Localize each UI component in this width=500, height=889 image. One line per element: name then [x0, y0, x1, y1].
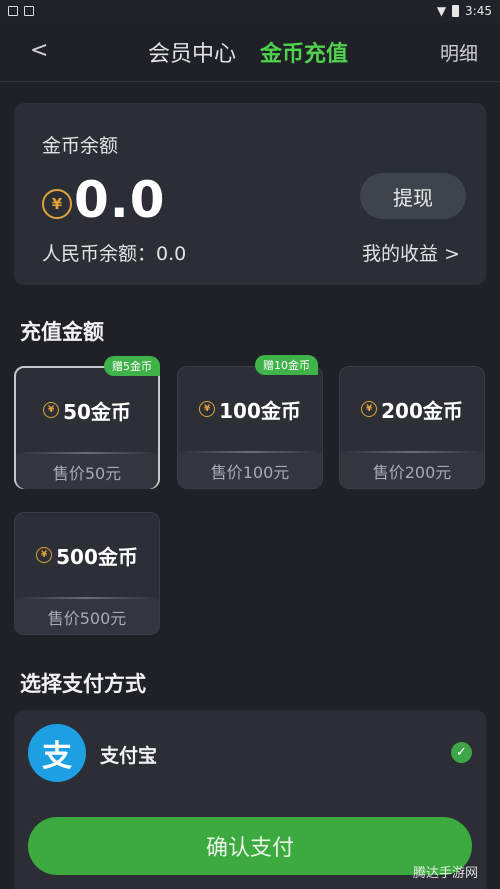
payment-section-title: 选择支付方式	[20, 672, 146, 696]
top-nav: < 会员中心 金币充值 明细	[0, 22, 500, 82]
package-price: 售价100元	[178, 453, 322, 488]
package-price: 售价500元	[15, 599, 159, 634]
image-notification-icon	[8, 6, 18, 16]
payment-method-name: 支付宝	[100, 745, 158, 767]
package-name: 200金币	[381, 398, 463, 423]
coin-icon: ¥	[199, 401, 216, 417]
back-icon[interactable]: <	[30, 38, 48, 63]
balance-amount: 0.0	[74, 171, 166, 229]
balance-title: 金币余额	[42, 135, 119, 157]
package-name: 100金币	[219, 398, 301, 423]
detail-link[interactable]: 明细	[440, 39, 478, 66]
coin-icon: ¥	[42, 189, 72, 219]
status-bar: ▼ 3:45	[0, 0, 500, 22]
battery-icon	[452, 5, 460, 17]
rmb-balance: 人民币余额：0.0	[42, 243, 187, 265]
watermark: 腾达手游网	[412, 866, 478, 881]
package-price: 售价50元	[16, 454, 158, 489]
coin-icon: ¥	[36, 547, 53, 563]
package-card-50[interactable]: 赠5金币 ¥ 50金币 售价50元	[14, 356, 160, 489]
coin-icon: ¥	[43, 402, 60, 418]
tab-member-center[interactable]: 会员中心	[148, 36, 236, 68]
package-card-200[interactable]: ¥ 200金币 售价200元	[339, 366, 485, 489]
withdraw-button[interactable]: 提现	[360, 173, 466, 219]
confirm-payment-button[interactable]: 确认支付	[28, 817, 472, 875]
package-card-100[interactable]: 赠10金币 ¥ 100金币 售价100元	[177, 355, 323, 489]
package-price: 售价200元	[340, 453, 484, 488]
status-time: 3:45	[465, 4, 492, 18]
wifi-icon: ▼	[436, 4, 447, 18]
recharge-section-title: 充值金额	[20, 320, 104, 344]
my-earnings-link[interactable]: 我的收益 >	[362, 239, 460, 266]
package-card-500[interactable]: ¥ 500金币 售价500元	[14, 512, 160, 635]
package-name: 500金币	[56, 544, 138, 569]
app-notification-icon	[24, 6, 34, 16]
tab-coin-recharge[interactable]: 金币充值	[260, 36, 348, 68]
coin-icon: ¥	[361, 401, 378, 417]
alipay-logo-icon: 支	[28, 724, 86, 782]
package-name: 50金币	[63, 399, 131, 424]
check-icon[interactable]: ✓	[451, 742, 472, 763]
balance-card: 金币余额 ¥ 0.0 提现 人民币余额：0.0 我的收益 >	[14, 103, 486, 285]
